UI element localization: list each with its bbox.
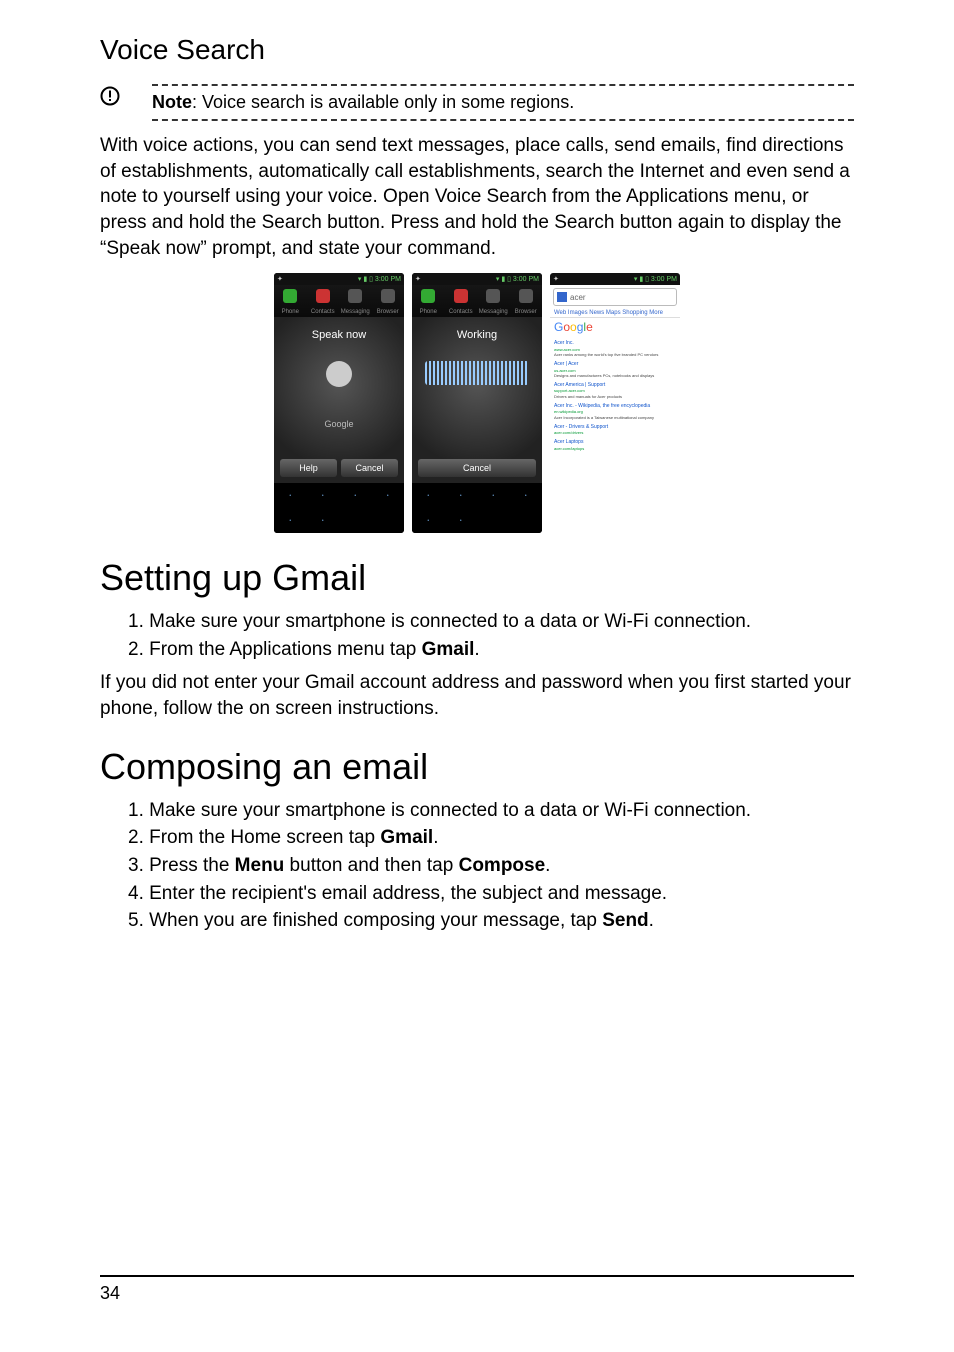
page-number: 34 — [100, 1283, 120, 1303]
page: Voice Search Note: Voice search is avail… — [0, 0, 954, 1352]
waveform-icon — [425, 361, 529, 385]
note-block: Note: Voice search is available only in … — [100, 84, 854, 121]
list-item: 4. Enter the recipient's email address, … — [148, 881, 854, 907]
compose-steps: 1. Make sure your smartphone is connecte… — [124, 798, 854, 934]
list-item: 3. Press the Menu button and then tap Co… — [148, 853, 854, 879]
dashed-rule-bottom — [152, 119, 854, 121]
screenshot-row: ✦▾ ▮ ▯ 3:00 PM Phone Contacts Messaging … — [100, 273, 854, 533]
cancel-button[interactable]: Cancel — [418, 459, 536, 477]
screenshot-search-results: ✦▾ ▮ ▯ 3:00 PM acer Web Images News Maps… — [550, 273, 680, 533]
note-text: Note: Voice search is available only in … — [152, 90, 854, 115]
list-item: 1. Make sure your smartphone is connecte… — [148, 798, 854, 824]
heading-composing-email: Composing an email — [100, 746, 854, 788]
list-item: 2. From the Applications menu tap Gmail. — [148, 637, 854, 663]
gmail-steps: 1. Make sure your smartphone is connecte… — [124, 609, 854, 662]
screenshot-working: ✦▾ ▮ ▯ 3:00 PM Phone Contacts Messaging … — [412, 273, 542, 533]
gmail-paragraph: If you did not enter your Gmail account … — [100, 670, 854, 721]
screenshot-speak-now: ✦▾ ▮ ▯ 3:00 PM Phone Contacts Messaging … — [274, 273, 404, 533]
alert-icon — [100, 86, 120, 106]
help-button[interactable]: Help — [280, 459, 337, 477]
list-item: 2. From the Home screen tap Gmail. — [148, 825, 854, 851]
mic-icon — [326, 361, 352, 387]
search-input[interactable]: acer — [553, 288, 677, 306]
page-footer: 34 — [100, 1275, 854, 1304]
heading-voice-search: Voice Search — [100, 34, 854, 66]
cancel-button[interactable]: Cancel — [341, 459, 398, 477]
dashed-rule-top — [152, 84, 854, 86]
list-item: 5. When you are finished composing your … — [148, 908, 854, 934]
voice-search-paragraph: With voice actions, you can send text me… — [100, 133, 854, 261]
list-item: 1. Make sure your smartphone is connecte… — [148, 609, 854, 635]
heading-setting-up-gmail: Setting up Gmail — [100, 557, 854, 599]
